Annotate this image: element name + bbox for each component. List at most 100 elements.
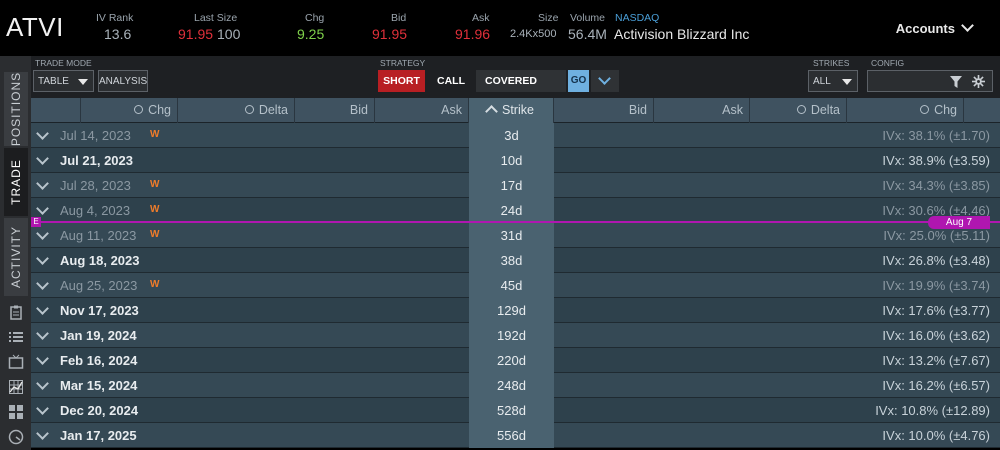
days-to-expiration: 38d: [469, 248, 554, 273]
expiration-row[interactable]: Dec 20, 2024 528d IVx: 10.8% (±12.89): [31, 398, 1000, 423]
chevron-down-icon[interactable]: [36, 377, 49, 390]
header-call-chg[interactable]: Chg: [81, 98, 178, 123]
volume-value: 56.4M: [568, 26, 607, 42]
chevron-down-icon: [961, 19, 974, 32]
strategy-label: STRATEGY: [380, 58, 426, 68]
chevron-down-icon[interactable]: [36, 302, 49, 315]
go-button[interactable]: GO: [568, 70, 589, 92]
ivx-value: IVx: 19.9% (±3.74): [882, 278, 990, 293]
expiration-date: Aug 11, 2023: [60, 228, 137, 243]
chevron-down-icon[interactable]: [36, 402, 49, 415]
expiration-date: Nov 17, 2023: [60, 303, 139, 318]
tab-positions-label: POSITIONS: [9, 71, 23, 147]
header-call-ask[interactable]: Ask: [375, 98, 469, 123]
strikes-label: STRIKES: [813, 58, 850, 68]
expiration-row[interactable]: Mar 15, 2024 248d IVx: 16.2% (±6.57): [31, 373, 1000, 398]
expiration-row[interactable]: Aug 18, 2023 38d IVx: 26.8% (±3.48): [31, 248, 1000, 273]
days-to-expiration: 31d: [469, 223, 554, 248]
chevron-down-icon[interactable]: [36, 327, 49, 340]
header-call-delta[interactable]: Delta: [178, 98, 295, 123]
tab-positions[interactable]: POSITIONS: [4, 72, 28, 146]
company-name: Activision Blizzard Inc: [614, 26, 750, 42]
accounts-menu[interactable]: Accounts: [895, 19, 974, 36]
trade-toolbar: TRADE MODE TABLE ANALYSIS STRATEGY SHORT…: [31, 56, 1000, 98]
chevron-down-icon[interactable]: [36, 277, 49, 290]
expiration-row[interactable]: Jul 28, 2023 W 17d IVx: 34.3% (±3.85): [31, 173, 1000, 198]
header-put-chg[interactable]: Chg: [847, 98, 964, 123]
trade-mode-label: TRADE MODE: [35, 58, 92, 68]
strategy-dropdown-button[interactable]: [591, 70, 619, 92]
table-header: Chg Delta Bid Ask Strike Bid Ask Delta C…: [31, 98, 1000, 123]
header-call-bid[interactable]: Bid: [295, 98, 375, 123]
chevron-down-icon[interactable]: [36, 202, 49, 215]
last-size: 100: [217, 26, 241, 42]
strikes-value: ALL: [813, 76, 831, 87]
short-button[interactable]: SHORT: [378, 70, 425, 92]
days-to-expiration: 248d: [469, 373, 554, 398]
expiration-row[interactable]: Jan 17, 2025 556d IVx: 10.0% (±4.76): [31, 423, 1000, 448]
gear-icon[interactable]: [972, 75, 985, 97]
chart-grid-icon[interactable]: [8, 379, 24, 395]
chevron-down-icon[interactable]: [36, 352, 49, 365]
weekly-badge: W: [150, 129, 160, 140]
header-put-delta[interactable]: Delta: [750, 98, 847, 123]
chevron-down-icon[interactable]: [36, 177, 49, 190]
expiration-row[interactable]: Feb 16, 2024 220d IVx: 13.2% (±7.67): [31, 348, 1000, 373]
earnings-marker-left-tag: E: [31, 217, 41, 227]
expiration-row[interactable]: Aug 4, 2023 W 24d IVx: 30.6% (±4.46): [31, 198, 1000, 223]
chevron-down-icon[interactable]: [36, 127, 49, 140]
chevron-down-icon[interactable]: [36, 227, 49, 240]
config-label: CONFIG: [871, 58, 905, 68]
ivx-value: IVx: 26.8% (±3.48): [882, 253, 990, 268]
ivx-value: IVx: 13.2% (±7.67): [882, 353, 990, 368]
symbol[interactable]: ATVI: [6, 12, 64, 43]
filter-icon[interactable]: [950, 75, 962, 97]
accounts-label: Accounts: [895, 21, 955, 36]
expiration-row[interactable]: Jan 19, 2024 192d IVx: 16.0% (±3.62): [31, 323, 1000, 348]
ivx-value: IVx: 16.0% (±3.62): [882, 328, 990, 343]
caret-down-icon: [842, 79, 852, 85]
header-spacer-right: [964, 98, 1000, 123]
analysis-button[interactable]: ANALYSIS: [98, 70, 148, 92]
grid-icon[interactable]: [8, 404, 24, 420]
clipboard-icon[interactable]: [8, 304, 24, 320]
caret-down-icon: [78, 79, 88, 85]
header-spacer: [31, 98, 81, 123]
sort-icon: [920, 105, 930, 114]
exchange-label: NASDAQ: [615, 12, 660, 24]
earnings-marker-line: [31, 221, 1000, 223]
expiration-row[interactable]: Jul 14, 2023 W 3d IVx: 38.1% (±1.70): [31, 123, 1000, 148]
tab-trade[interactable]: TRADE: [4, 148, 28, 216]
expiration-row[interactable]: Aug 11, 2023 W 31d IVx: 25.0% (±5.11): [31, 223, 1000, 248]
expiration-row[interactable]: Aug 25, 2023 W 45d IVx: 19.9% (±3.74): [31, 273, 1000, 298]
ivx-value: IVx: 38.1% (±1.70): [882, 128, 990, 143]
days-to-expiration: 45d: [469, 273, 554, 298]
header-put-bid[interactable]: Bid: [554, 98, 654, 123]
chevron-down-icon[interactable]: [36, 427, 49, 440]
tv-icon[interactable]: [8, 354, 24, 370]
left-sidebar: POSITIONS TRADE ACTIVITY: [0, 56, 31, 450]
expiration-date: Feb 16, 2024: [60, 353, 138, 368]
sort-icon: [134, 105, 144, 114]
expiration-row[interactable]: Jul 21, 2023 10d IVx: 38.9% (±3.59): [31, 148, 1000, 173]
trade-mode-select[interactable]: TABLE: [33, 70, 94, 92]
bid-value: 91.95: [372, 26, 408, 42]
strategy-select[interactable]: COVERED: [476, 70, 566, 92]
expiration-row[interactable]: Nov 17, 2023 129d IVx: 17.6% (±3.77): [31, 298, 1000, 323]
ask-label: Ask: [472, 12, 490, 24]
header-strike[interactable]: Strike: [469, 98, 554, 123]
option-chain-table: Chg Delta Bid Ask Strike Bid Ask Delta C…: [31, 98, 1000, 450]
tab-activity[interactable]: ACTIVITY: [4, 218, 28, 296]
gauge-icon[interactable]: [8, 429, 24, 445]
days-to-expiration: 220d: [469, 348, 554, 373]
config-field[interactable]: [867, 70, 993, 92]
chg-label: Chg: [305, 12, 325, 24]
chevron-down-icon[interactable]: [36, 252, 49, 265]
strikes-select[interactable]: ALL: [808, 70, 858, 92]
days-to-expiration: 17d: [469, 173, 554, 198]
header-put-ask[interactable]: Ask: [654, 98, 750, 123]
expiration-date: Aug 4, 2023: [60, 203, 131, 218]
chevron-down-icon[interactable]: [36, 152, 49, 165]
call-button[interactable]: CALL: [431, 70, 471, 92]
list-icon[interactable]: [8, 329, 24, 345]
